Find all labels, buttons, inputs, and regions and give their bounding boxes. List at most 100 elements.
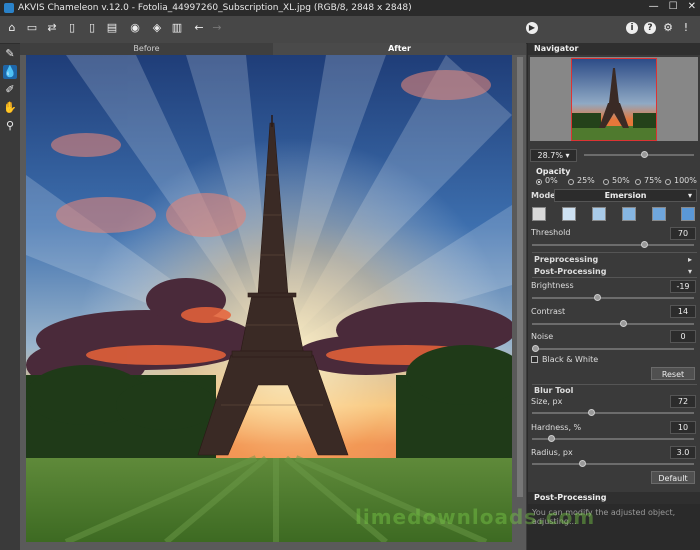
- zoom-select[interactable]: 28.7% ▾: [530, 149, 577, 162]
- navigator-view-frame[interactable]: [571, 58, 657, 141]
- window-title: AKVIS Chameleon v.12.0 - Fotolia_4499726…: [18, 3, 412, 13]
- mode-swatch-3[interactable]: [592, 207, 606, 221]
- mode-select[interactable]: Emersion ▾: [554, 189, 697, 202]
- size-label: Size, px: [531, 397, 563, 406]
- help-icon[interactable]: ?: [644, 22, 656, 34]
- contrast-slider-thumb[interactable]: [620, 320, 628, 327]
- eiffel-tower-illustration: [26, 55, 512, 542]
- run-icon[interactable]: ▶: [526, 22, 538, 34]
- radius-slider-thumb[interactable]: [578, 460, 586, 467]
- opacity-option-0: 0%: [545, 176, 558, 185]
- save-icon[interactable]: ▯: [65, 21, 79, 35]
- chevron-down-icon[interactable]: ▾: [688, 267, 692, 276]
- undo-icon[interactable]: ←: [192, 21, 206, 35]
- mode-swatch-6[interactable]: [681, 207, 695, 221]
- info-icon[interactable]: i: [626, 22, 638, 34]
- reset-button[interactable]: Reset: [651, 367, 695, 380]
- open-file-icon[interactable]: ▭: [25, 21, 39, 35]
- tab-after[interactable]: After: [273, 43, 526, 55]
- opacity-radio-50[interactable]: [603, 179, 609, 185]
- threshold-slider-thumb[interactable]: [640, 241, 648, 248]
- brightness-field[interactable]: -19: [670, 280, 696, 293]
- app-icon: [4, 3, 14, 13]
- divider: [532, 252, 697, 253]
- contrast-field[interactable]: 14: [670, 305, 696, 318]
- brush-tool-icon[interactable]: ✎: [3, 47, 17, 61]
- swap-icon[interactable]: ⇄: [45, 21, 59, 35]
- redo-icon[interactable]: →: [210, 21, 224, 35]
- close-icon[interactable]: ✕: [688, 1, 696, 12]
- size-slider-thumb[interactable]: [587, 409, 595, 416]
- main-toolbar: ⌂ ▭ ⇄ ▯ ▯ ▤ ◉ ◈ ▥ ← → ▶ i ? ⚙ !: [0, 16, 700, 44]
- photo-eiffel-tower: [26, 55, 512, 542]
- opacity-radio-100[interactable]: [665, 179, 671, 185]
- default-button[interactable]: Default: [651, 471, 695, 484]
- mode-value: Emersion: [604, 191, 647, 200]
- chevron-down-icon: ▾: [687, 191, 692, 200]
- image-canvas[interactable]: [20, 55, 526, 550]
- minimize-icon[interactable]: —: [649, 1, 659, 12]
- contrast-label: Contrast: [531, 307, 566, 316]
- window-controls: — ☐ ✕: [649, 1, 696, 12]
- navigator-header: Navigator: [528, 43, 700, 55]
- zoom-slider-thumb[interactable]: [640, 151, 648, 158]
- chevron-right-icon[interactable]: ▸: [688, 255, 692, 264]
- maximize-icon[interactable]: ☐: [669, 1, 678, 12]
- brightness-slider-track[interactable]: [532, 297, 694, 299]
- camera-icon[interactable]: ◉: [128, 21, 142, 35]
- eraser-icon[interactable]: ✐: [3, 83, 17, 97]
- opacity-radio-75[interactable]: [635, 179, 641, 185]
- hardness-slider-track[interactable]: [532, 438, 694, 440]
- zoom-slider-track[interactable]: [584, 154, 694, 156]
- brightness-label: Brightness: [531, 281, 574, 290]
- blur-drop-icon[interactable]: 💧: [3, 65, 17, 79]
- blur-tool-header: Blur Tool: [534, 386, 574, 395]
- radius-slider-track[interactable]: [532, 463, 694, 465]
- size-slider-track[interactable]: [532, 412, 694, 414]
- divider: [532, 277, 697, 278]
- radius-field[interactable]: 3.0: [670, 446, 696, 459]
- mode-swatch-2[interactable]: [562, 207, 576, 221]
- vertical-scrollbar[interactable]: [517, 57, 523, 497]
- threshold-field[interactable]: 70: [670, 227, 696, 240]
- preprocessing-header[interactable]: Preprocessing: [534, 255, 598, 264]
- navigator-preview[interactable]: [530, 57, 698, 141]
- save-as-icon[interactable]: ▯: [85, 21, 99, 35]
- home-icon[interactable]: ⌂: [5, 21, 19, 35]
- divider: [532, 384, 697, 385]
- share-icon[interactable]: ◈: [150, 21, 164, 35]
- print-icon[interactable]: ▤: [105, 21, 119, 35]
- hint-header: Post-Processing: [528, 492, 700, 504]
- mode-swatch-5[interactable]: [652, 207, 666, 221]
- batch-icon[interactable]: ▥: [170, 21, 184, 35]
- noise-slider-thumb[interactable]: [532, 345, 539, 352]
- opacity-radio-25[interactable]: [568, 179, 574, 185]
- contrast-slider-track[interactable]: [532, 323, 694, 325]
- navigator-thumbnail: [571, 58, 657, 141]
- mode-label: Mode: [531, 191, 556, 200]
- opacity-option-25: 25%: [577, 176, 595, 185]
- opacity-option-50: 50%: [612, 176, 630, 185]
- view-tabs: Before After: [20, 43, 526, 55]
- size-field[interactable]: 72: [670, 395, 696, 408]
- opacity-radio-0[interactable]: [536, 179, 542, 185]
- black-white-checkbox[interactable]: [531, 356, 538, 363]
- hand-icon[interactable]: ✋: [3, 101, 17, 115]
- gear-icon[interactable]: ⚙: [661, 21, 675, 35]
- postprocessing-header[interactable]: Post-Processing: [534, 267, 606, 276]
- brightness-slider-thumb[interactable]: [594, 294, 601, 301]
- tab-before[interactable]: Before: [20, 43, 273, 55]
- hardness-field[interactable]: 10: [670, 421, 696, 434]
- radius-label: Radius, px: [531, 448, 573, 457]
- noise-slider-track[interactable]: [532, 348, 694, 350]
- hardness-slider-thumb[interactable]: [547, 435, 555, 442]
- opacity-option-100: 100%: [674, 176, 697, 185]
- watermark: limedownloads.com: [355, 505, 596, 529]
- threshold-slider-track[interactable]: [532, 244, 694, 246]
- noise-field[interactable]: 0: [670, 330, 696, 343]
- notification-icon[interactable]: !: [679, 21, 693, 35]
- mode-swatch-4[interactable]: [622, 207, 636, 221]
- mode-swatch-1[interactable]: [532, 207, 546, 221]
- opacity-option-75: 75%: [644, 176, 662, 185]
- zoom-icon[interactable]: ⚲: [3, 119, 17, 133]
